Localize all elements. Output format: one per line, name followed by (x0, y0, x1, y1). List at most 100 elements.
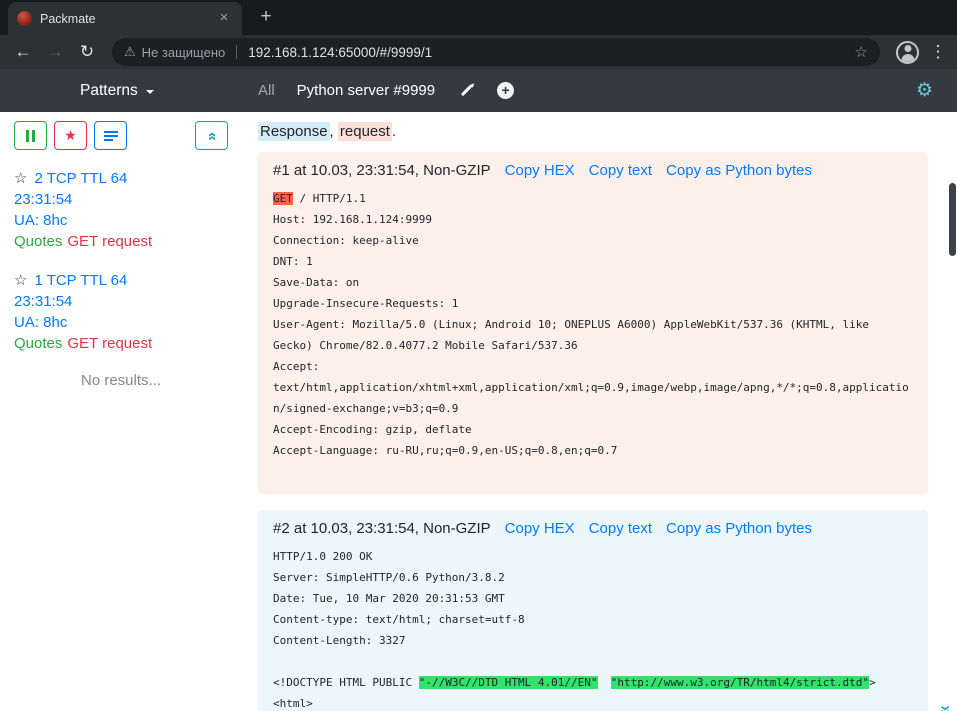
copy-link[interactable]: Copy as Python bytes (666, 520, 812, 537)
color-legend: Response, request. (258, 123, 928, 140)
text-segment: HTTP/1.0 200 OK (273, 550, 372, 563)
profile-avatar[interactable] (896, 41, 919, 64)
text-segment: <html> (273, 697, 313, 710)
back-icon[interactable]: ← (8, 38, 38, 66)
copy-link[interactable]: Copy HEX (505, 520, 575, 537)
browser-menu-icon[interactable]: ⋮ (927, 42, 949, 62)
star-icon: ★ (64, 127, 77, 144)
highlight-method: GET (273, 192, 293, 205)
packet-card-request: #1 at 10.03, 23:31:54, Non-GZIP Copy HEX C… (258, 152, 928, 494)
tab-all-services[interactable]: All (258, 82, 275, 99)
browser-tab[interactable]: Packmate × (8, 2, 242, 35)
text-segment: Accept-Encoding: gzip, deflate (273, 423, 472, 436)
packets-panel: Response, request. #1 at 10.03, 23:31:54… (240, 112, 957, 711)
packet-content: HTTP/1.0 200 OK Server: SimpleHTTP/0.6 Py… (273, 546, 913, 711)
stream-tags: Quotes GET request (14, 231, 228, 252)
tab-close-icon[interactable]: × (215, 10, 233, 28)
packet-header-row: #2 at 10.03, 23:31:54, Non-GZIP Copy HEX C… (273, 520, 913, 537)
packet-line: Date: Tue, 10 Mar 2020 20:31:53 GMT (273, 588, 913, 609)
patterns-dropdown[interactable]: Patterns (80, 69, 154, 112)
stream-list-item[interactable]: ☆2 TCP TTL 6423:31:54UA: 8hcQuotesGET re… (14, 168, 228, 252)
settings-gear-icon[interactable]: ⚙ (916, 69, 933, 112)
packet-line: Accept: text/html,application/xhtml+xml,… (273, 356, 913, 419)
pause-capture-button[interactable] (14, 121, 47, 150)
highlight-request: request (338, 122, 392, 141)
packet-title: #2 at 10.03, 23:31:54, Non-GZIP (273, 520, 491, 537)
copy-link[interactable]: Copy text (589, 520, 652, 537)
list-filter-button[interactable] (94, 121, 127, 150)
scroll-to-bottom-button[interactable]: » (935, 705, 956, 711)
text-segment: . (392, 123, 396, 140)
not-secure-warning-icon[interactable]: ⚠ (124, 44, 136, 60)
bookmark-star-icon[interactable]: ☆ (855, 43, 868, 61)
packet-line: Host: 192.168.1.124:9999 (273, 209, 913, 230)
packet-line: Content-Length: 3327 (273, 630, 913, 651)
browser-tab-strip: Packmate × + (0, 0, 957, 35)
text-segment: Upgrade-Insecure-Requests: 1 (273, 297, 458, 310)
packet-card-response: #2 at 10.03, 23:31:54, Non-GZIP Copy HEX C… (258, 510, 928, 711)
scrollbar-thumb[interactable] (949, 183, 956, 256)
packet-line: <!DOCTYPE HTML PUBLIC "-//W3C//DTD HTML … (273, 672, 913, 693)
copy-link[interactable]: Copy as Python bytes (666, 162, 812, 179)
add-service-button[interactable]: + (497, 82, 514, 99)
packet-line: Accept-Encoding: gzip, deflate (273, 419, 913, 440)
screen: Packmate × + ← → ↻ ⚠ Не защищено 192.168… (0, 0, 957, 711)
packet-line: Content-type: text/html; charset=utf-8 (273, 609, 913, 630)
packet-line: <html> (273, 693, 913, 711)
url-text[interactable]: 192.168.1.124:65000/#/9999/1 (248, 45, 848, 60)
stream-title[interactable]: 1 TCP TTL 64 (34, 272, 127, 289)
app-navbar: Patterns All Python server #9999 + ⚙ (0, 69, 957, 112)
collapse-sidebar-button[interactable]: « (195, 121, 228, 150)
text-segment: Save-Data: on (273, 276, 359, 289)
packet-list: #1 at 10.03, 23:31:54, Non-GZIP Copy HEX C… (258, 152, 928, 711)
pencil-icon (460, 85, 471, 96)
text-segment: Server: SimpleHTTP/0.6 Python/3.8.2 (273, 571, 505, 584)
pattern-tag-green: Quotes (14, 335, 62, 352)
double-chevron-up-icon: « (203, 132, 221, 140)
stream-sidebar: ★ « ☆2 TCP TTL 6423:31:54UA: 8hcQuotesGE… (0, 112, 240, 711)
packet-line: Server: SimpleHTTP/0.6 Python/3.8.2 (273, 567, 913, 588)
security-label[interactable]: Не защищено (142, 45, 226, 60)
omnibox-divider (236, 45, 237, 59)
stream-time: 23:31:54 (14, 189, 228, 210)
edit-service-button[interactable] (457, 82, 475, 100)
packet-line (273, 651, 913, 672)
favorites-filter-button[interactable]: ★ (54, 121, 87, 150)
packet-line: Connection: keep-alive (273, 230, 913, 251)
pattern-tag-red: GET request (67, 233, 152, 250)
highlight-response: Response (258, 122, 330, 141)
packet-line: Save-Data: on (273, 272, 913, 293)
new-tab-button[interactable]: + (254, 6, 278, 28)
favorite-star-icon[interactable]: ☆ (14, 170, 27, 187)
text-segment: > (869, 676, 876, 689)
stream-list: ☆2 TCP TTL 6423:31:54UA: 8hcQuotesGET re… (14, 168, 228, 354)
text-segment: User-Agent: Mozilla/5.0 (Linux; Android … (273, 318, 876, 352)
copy-link[interactable]: Copy HEX (505, 162, 575, 179)
pause-icon (26, 130, 35, 142)
forward-icon[interactable]: → (40, 38, 70, 66)
packet-title: #1 at 10.03, 23:31:54, Non-GZIP (273, 162, 491, 179)
copy-link[interactable]: Copy text (589, 162, 652, 179)
url-bar[interactable]: ⚠ Не защищено 192.168.1.124:65000/#/9999… (112, 38, 880, 66)
stream-tags: QuotesGET request (14, 333, 228, 354)
stream-time: 23:31:54 (14, 291, 228, 312)
pattern-tag-green: Quotes (14, 233, 62, 250)
reload-icon[interactable]: ↻ (72, 38, 102, 66)
packmate-favicon-icon (17, 11, 32, 26)
packet-line (273, 461, 913, 482)
packet-line: GET / HTTP/1.1 (273, 188, 913, 209)
text-segment: Accept-Language: ru-RU,ru;q=0.9,en-US;q=… (273, 444, 617, 457)
tab-current-service[interactable]: Python server #9999 (297, 82, 435, 99)
chevron-down-icon (146, 90, 154, 94)
stream-title[interactable]: 2 TCP TTL 64 (34, 170, 127, 187)
text-segment: Date: Tue, 10 Mar 2020 20:31:53 GMT (273, 592, 505, 605)
text-segment: Content-Length: 3327 (273, 634, 405, 647)
text-segment: Host: 192.168.1.124:9999 (273, 213, 432, 226)
text-segment: Accept: text/html,application/xhtml+xml,… (273, 360, 909, 415)
page-body: ★ « ☆2 TCP TTL 6423:31:54UA: 8hcQuotesGE… (0, 112, 957, 711)
stream-list-item[interactable]: ☆1 TCP TTL 6423:31:54UA: 8hcQuotesGET re… (14, 270, 228, 354)
favorite-star-icon[interactable]: ☆ (14, 272, 27, 289)
text-segment: Content-type: text/html; charset=utf-8 (273, 613, 525, 626)
packet-header-row: #1 at 10.03, 23:31:54, Non-GZIP Copy HEX C… (273, 162, 913, 179)
packet-line: User-Agent: Mozilla/5.0 (Linux; Android … (273, 314, 913, 356)
